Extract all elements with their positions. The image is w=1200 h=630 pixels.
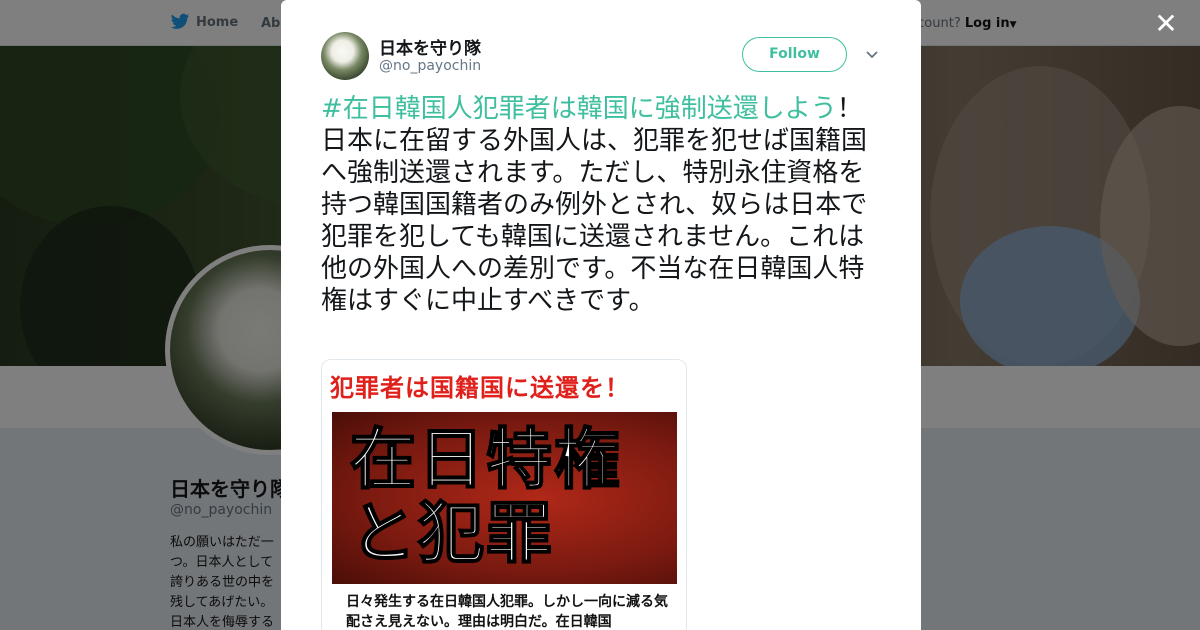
- tweet-author-handle[interactable]: @no_payochin: [379, 58, 481, 74]
- card-caption: 日々発生する在日韓国人犯罪。しかし一向に減る気配さえ見えない。理由は明白だ。在日…: [346, 594, 668, 630]
- hashtag-link[interactable]: #在日韓国人犯罪者は韓国に強制送還しよう: [321, 94, 837, 124]
- book-cover-image: 在日特権 と犯罪: [332, 412, 677, 584]
- tweet-author-name[interactable]: 日本を守り隊: [379, 34, 481, 59]
- tweet-modal: 日本を守り隊 @no_payochin Follow #在日韓国人犯罪者は韓国に…: [281, 0, 921, 630]
- tweet-media-card[interactable]: 犯罪者は国籍国に送還を！ 在日特権 と犯罪 日々発生する在日韓国人犯罪。しかし一…: [321, 359, 687, 630]
- tweet-text: #在日韓国人犯罪者は韓国に強制送還しよう！ 日本に在留する外国人は、犯罪を犯せば…: [321, 93, 881, 317]
- tweet-body: ！ 日本に在留する外国人は、犯罪を犯せば国籍国へ強制送還されます。ただし、特別永…: [321, 94, 868, 316]
- chevron-down-icon[interactable]: [864, 46, 880, 62]
- tweet-author-avatar[interactable]: [321, 32, 369, 80]
- follow-button[interactable]: Follow: [742, 37, 847, 72]
- book-title-line2: と犯罪: [349, 495, 554, 573]
- book-title-line1: 在日特権: [349, 421, 622, 499]
- card-headline: 犯罪者は国籍国に送還を！: [330, 374, 630, 402]
- close-icon[interactable]: ✕: [1150, 8, 1182, 40]
